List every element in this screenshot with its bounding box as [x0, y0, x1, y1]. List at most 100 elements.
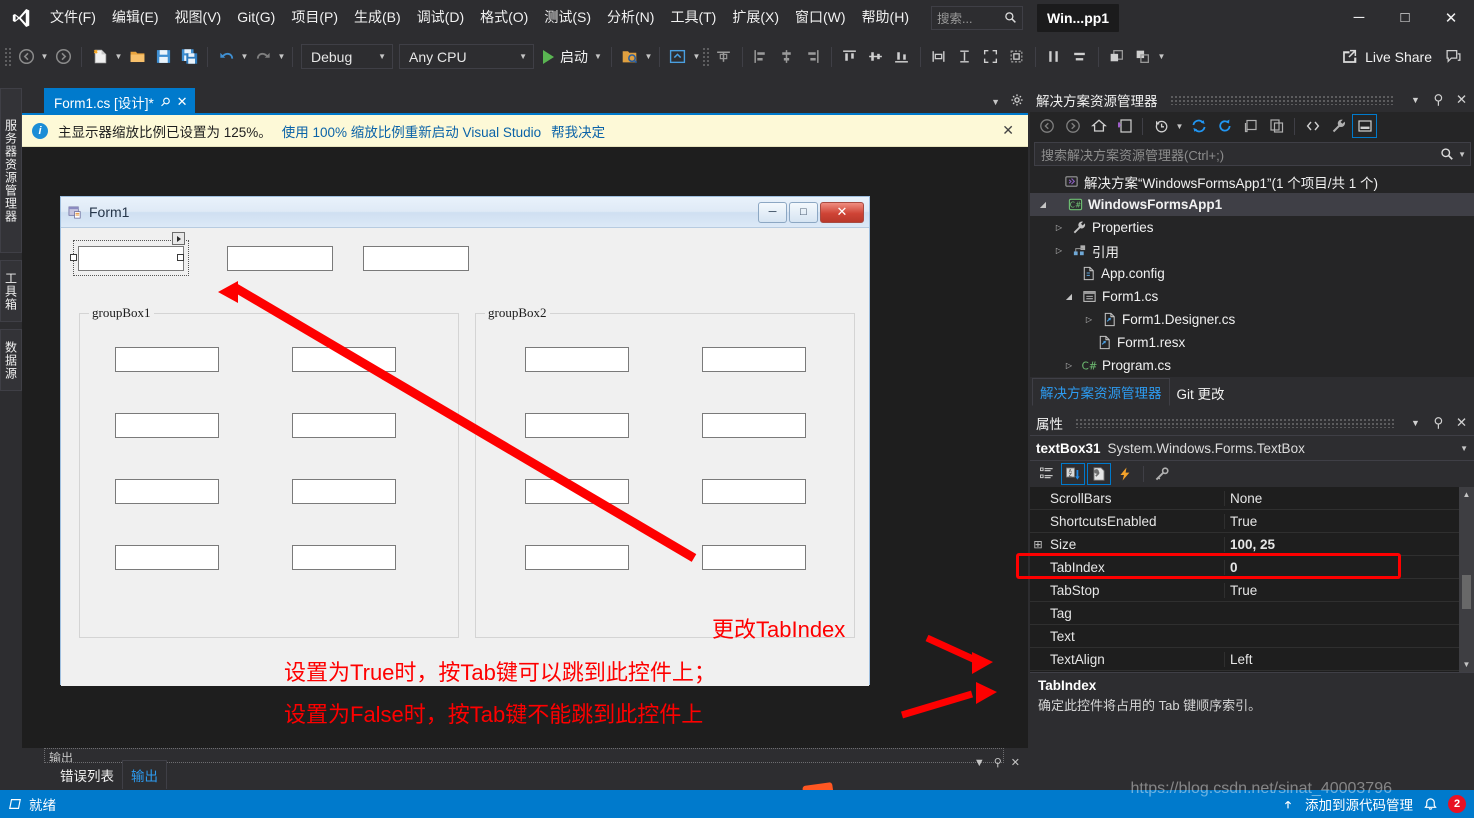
textbox-gb1-r1c2[interactable] [292, 347, 396, 372]
add-to-source-control-label[interactable]: 添加到源代码管理 [1305, 794, 1413, 814]
tree-item-solution[interactable]: 解决方案“WindowsFormsApp1”(1 个项目/共 1 个) [1030, 170, 1474, 193]
property-pages-icon[interactable] [1150, 463, 1174, 485]
chevron-down-icon[interactable]: ▼ [594, 52, 602, 61]
form-minimize-button[interactable]: ─ [758, 202, 787, 223]
close-icon[interactable]: ✕ [177, 94, 188, 110]
toolwindow-home-icon[interactable] [665, 44, 691, 70]
solution-configuration-combo[interactable]: Debug ▼ [301, 44, 393, 69]
textbox-gb1-r2c1[interactable] [115, 413, 219, 438]
history-icon[interactable] [1148, 114, 1173, 138]
redo-dropdown-icon[interactable]: ▼ [276, 44, 287, 70]
undo-icon[interactable] [213, 44, 239, 70]
chevron-down-icon[interactable]: ▼ [974, 757, 985, 769]
property-row-scrollbars[interactable]: ScrollBars None [1030, 487, 1474, 510]
pending-changes-icon[interactable] [1112, 114, 1137, 138]
sidebar-item-toolbox[interactable]: 工具箱 [0, 260, 22, 322]
preview-selected-items-icon[interactable] [1352, 114, 1377, 138]
drag-grip[interactable] [1075, 418, 1395, 428]
history-dropdown-icon[interactable]: ▼ [1174, 113, 1185, 139]
textbox-gb1-r3c1[interactable] [115, 479, 219, 504]
drag-grip[interactable] [1170, 95, 1396, 105]
menu-window[interactable]: 窗口(W) [787, 0, 854, 35]
chevron-down-icon[interactable]: ▼ [1407, 414, 1424, 432]
size-to-fit-icon[interactable] [978, 44, 1004, 70]
form-close-button[interactable]: ✕ [820, 202, 864, 223]
chevron-down-icon[interactable]: ▼ [1458, 150, 1466, 159]
undo-dropdown-icon[interactable]: ▼ [239, 44, 250, 70]
search-icon[interactable] [1440, 147, 1454, 161]
tab-output[interactable]: 输出 [122, 760, 167, 789]
menu-tools[interactable]: 工具(T) [662, 0, 724, 35]
new-project-dropdown-icon[interactable]: ▼ [113, 44, 124, 70]
properties-grid[interactable]: ScrollBars None ShortcutsEnabled True ⊞ … [1030, 487, 1474, 672]
notification-close-icon[interactable]: ✕ [998, 122, 1018, 139]
property-value[interactable]: 100, 25 [1224, 537, 1474, 552]
close-icon[interactable]: ✕ [1453, 414, 1470, 432]
properties-page-icon[interactable] [1087, 463, 1111, 485]
smart-tag-icon[interactable] [172, 232, 185, 245]
close-icon[interactable]: ✕ [1453, 91, 1470, 109]
textbox-gb1-r1c1[interactable] [115, 347, 219, 372]
menu-help[interactable]: 帮助(H) [854, 0, 917, 35]
align-tops-icon[interactable] [837, 44, 863, 70]
menu-build[interactable]: 生成(B) [346, 0, 409, 35]
categorized-icon[interactable] [1035, 463, 1059, 485]
make-same-width-icon[interactable] [926, 44, 952, 70]
events-icon[interactable] [1113, 463, 1137, 485]
feedback-icon[interactable] [1440, 44, 1466, 70]
menu-analyze[interactable]: 分析(N) [599, 0, 662, 35]
resize-handle-right[interactable] [177, 254, 184, 261]
notification-count-badge[interactable]: 2 [1448, 795, 1466, 813]
back-dropdown-icon[interactable]: ▼ [39, 44, 50, 70]
property-value[interactable]: None [1224, 491, 1474, 506]
chevron-down-icon[interactable]: ▼ [991, 97, 1000, 107]
textbox-gb1-r4c2[interactable] [292, 545, 396, 570]
arrow-back-icon[interactable] [1034, 114, 1059, 138]
bring-to-front-icon[interactable] [1104, 44, 1130, 70]
textbox-top-2[interactable] [227, 246, 333, 271]
textbox-gb2-r1c2[interactable] [702, 347, 806, 372]
save-all-icon[interactable] [176, 44, 202, 70]
size-to-grid-icon[interactable] [1004, 44, 1030, 70]
layout-overflow-icon[interactable]: ▼ [1156, 44, 1167, 70]
groupbox-2[interactable]: groupBox2 [475, 313, 855, 638]
home-icon[interactable] [1086, 114, 1111, 138]
tab-git-changes[interactable]: Git 更改 [1170, 380, 1232, 406]
textbox-gb2-r2c2[interactable] [702, 413, 806, 438]
tab-solution-explorer[interactable]: 解决方案资源管理器 [1032, 378, 1170, 406]
vertical-spacing-icon[interactable] [1067, 44, 1093, 70]
align-to-grid-icon[interactable] [711, 44, 737, 70]
align-rights-icon[interactable] [800, 44, 826, 70]
align-middles-icon[interactable] [863, 44, 889, 70]
arrow-forward-icon[interactable] [1060, 114, 1085, 138]
close-icon[interactable]: ✕ [1011, 756, 1020, 769]
menu-file[interactable]: 文件(F) [42, 0, 104, 35]
save-icon[interactable] [150, 44, 176, 70]
sidebar-item-server-explorer[interactable]: 服务器资源管理器 [0, 88, 22, 253]
scrollbar-thumb[interactable] [1462, 575, 1471, 609]
twisty[interactable]: ▷ [1052, 246, 1066, 255]
property-row-tag[interactable]: Tag [1030, 602, 1474, 625]
toolbar-grip[interactable] [4, 47, 13, 67]
property-row-tabstop[interactable]: TabStop True [1030, 579, 1474, 602]
align-lefts-icon[interactable] [748, 44, 774, 70]
property-row-shortcutsenabled[interactable]: ShortcutsEnabled True [1030, 510, 1474, 533]
gear-icon[interactable] [1010, 93, 1024, 110]
properties-object-selector[interactable]: textBox31 System.Windows.Forms.TextBox ▼ [1030, 435, 1474, 461]
make-same-height-icon[interactable] [952, 44, 978, 70]
tree-item-program-cs[interactable]: ▷ C# Program.cs [1030, 354, 1474, 377]
tree-item-form1-cs[interactable]: ◢ Form1.cs [1030, 285, 1474, 308]
menu-project[interactable]: 项目(P) [283, 0, 346, 35]
redo-icon[interactable] [250, 44, 276, 70]
twisty[interactable]: ▷ [1082, 315, 1096, 324]
maximize-button[interactable]: □ [1382, 0, 1428, 35]
textbox-gb2-r4c2[interactable] [702, 545, 806, 570]
arrow-forward-icon[interactable] [50, 44, 76, 70]
pin-icon[interactable]: ⚲ [1430, 414, 1447, 432]
start-debugging-button[interactable]: 启动 ▼ [537, 44, 606, 70]
tree-item-references[interactable]: ▷ 引用 [1030, 239, 1474, 262]
textbox-gb1-r2c2[interactable] [292, 413, 396, 438]
refresh-icon[interactable] [1212, 114, 1237, 138]
form-maximize-button[interactable]: □ [789, 202, 818, 223]
twisty[interactable]: ▷ [1052, 223, 1066, 232]
